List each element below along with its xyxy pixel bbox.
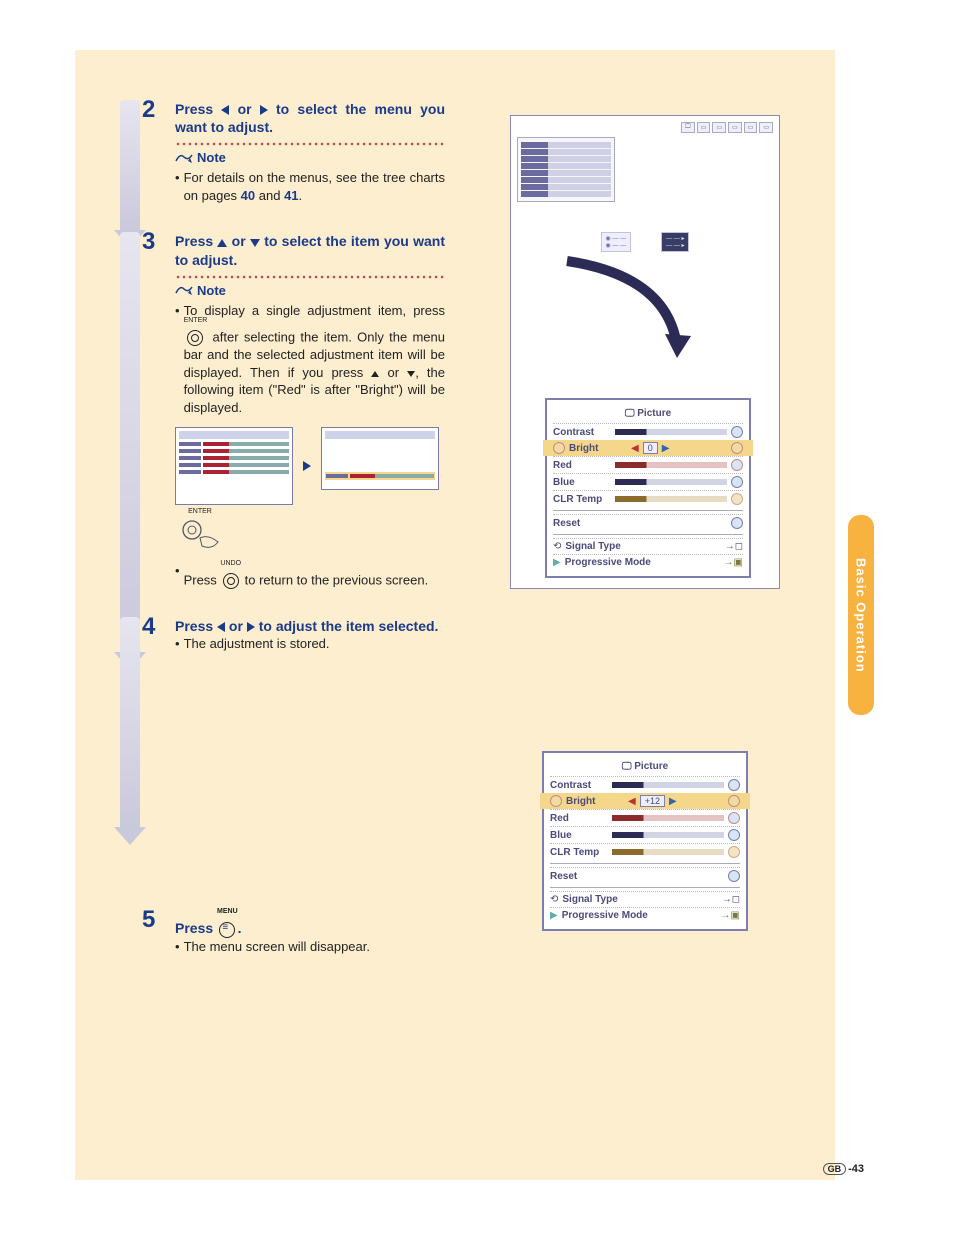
menu-button-icon — [219, 922, 235, 938]
hint-boxes: ◉ ― ―◉ ― ― ― ― ▸― ― ▸ — [517, 232, 773, 252]
osd-panel-step4: Picture Contrast Bright ◀ +12 ▶ Red Blue… — [542, 751, 748, 931]
enter-button-icon — [187, 330, 203, 346]
right-arrow-icon — [303, 461, 311, 471]
down-arrow-icon — [250, 239, 260, 247]
step-number: 3 — [142, 228, 155, 256]
up-arrow-icon — [217, 239, 227, 247]
menu-tabs-thumbnail: 🖵▭▭▭▭▭ — [517, 122, 773, 133]
step-number: 2 — [142, 96, 155, 124]
step-bullet: •The adjustment is stored. — [175, 635, 445, 653]
divider-dots — [175, 275, 445, 279]
region-badge: GB — [823, 1163, 847, 1175]
note-header: Note — [175, 150, 445, 165]
screen-sequence-frame: 🖵▭▭▭▭▭ ◉ ― ―◉ ― ― ― ― ▸― ― ▸ Picture Con… — [510, 115, 780, 589]
left-arrow-icon — [217, 622, 225, 632]
osd-panel-step3: Picture Contrast Bright ◀ 0 ▶ Red Blue C… — [545, 398, 751, 578]
osd-title: Picture — [553, 406, 743, 423]
divider-dots — [175, 142, 445, 146]
osd-thumbnail-full — [175, 427, 293, 505]
undo-button-icon — [223, 573, 239, 589]
page-number: GB-43 — [823, 1163, 864, 1175]
note-bullet: • For details on the menus, see the tree… — [175, 169, 445, 204]
osd-title: Picture — [550, 759, 740, 776]
note-bullet: • To display a single adjustment item, p… — [175, 302, 445, 417]
step-bullet: •The menu screen will disappear. — [175, 938, 445, 956]
section-tab: Basic Operation — [848, 515, 874, 715]
osd-row-highlight: Bright ◀ 0 ▶ — [543, 440, 753, 456]
curved-arrow-icon — [547, 256, 707, 366]
step-3: 3 Press or to select the item you want t… — [135, 232, 445, 588]
osd-value: 0 — [643, 442, 658, 454]
note-bullet: • Press UNDO to return to the previous s… — [175, 562, 445, 589]
step-title: Press MENU. — [175, 910, 445, 937]
instruction-column: 2 Press or to select the menu you want t… — [135, 100, 445, 979]
page-link-41[interactable]: 41 — [284, 188, 298, 203]
enter-press-illustration: ENTER — [175, 511, 225, 554]
step-flow-arrow — [120, 617, 140, 827]
down-arrow-icon — [407, 371, 415, 377]
step-title: Press or to adjust the item selected. — [175, 617, 445, 635]
osd-thumbnail-single — [321, 427, 439, 490]
step-5: 5 Press MENU. •The menu screen will disa… — [135, 910, 445, 955]
step-title: Press or to select the item you want to … — [175, 232, 445, 268]
illustration-row — [175, 427, 445, 505]
menu-thumbnail — [517, 137, 615, 202]
page-link-40[interactable]: 40 — [241, 188, 255, 203]
step-title: Press or to select the menu you want to … — [175, 100, 445, 136]
step-2: 2 Press or to select the menu you want t… — [135, 100, 445, 204]
step-4: 4 Press or to adjust the item selected. … — [135, 617, 445, 887]
step-flow-arrow — [120, 232, 140, 652]
osd-value: +12 — [640, 795, 665, 807]
osd-row-highlight: Bright ◀ +12 ▶ — [540, 793, 750, 809]
note-header: Note — [175, 283, 445, 298]
right-arrow-icon — [260, 105, 268, 115]
step-number: 4 — [142, 613, 155, 641]
step-number: 5 — [142, 906, 155, 934]
illustration-column: 🖵▭▭▭▭▭ ◉ ― ―◉ ― ― ― ― ▸― ― ▸ Picture Con… — [510, 115, 780, 931]
step-flow-arrow — [120, 100, 140, 230]
right-arrow-icon — [247, 622, 255, 632]
